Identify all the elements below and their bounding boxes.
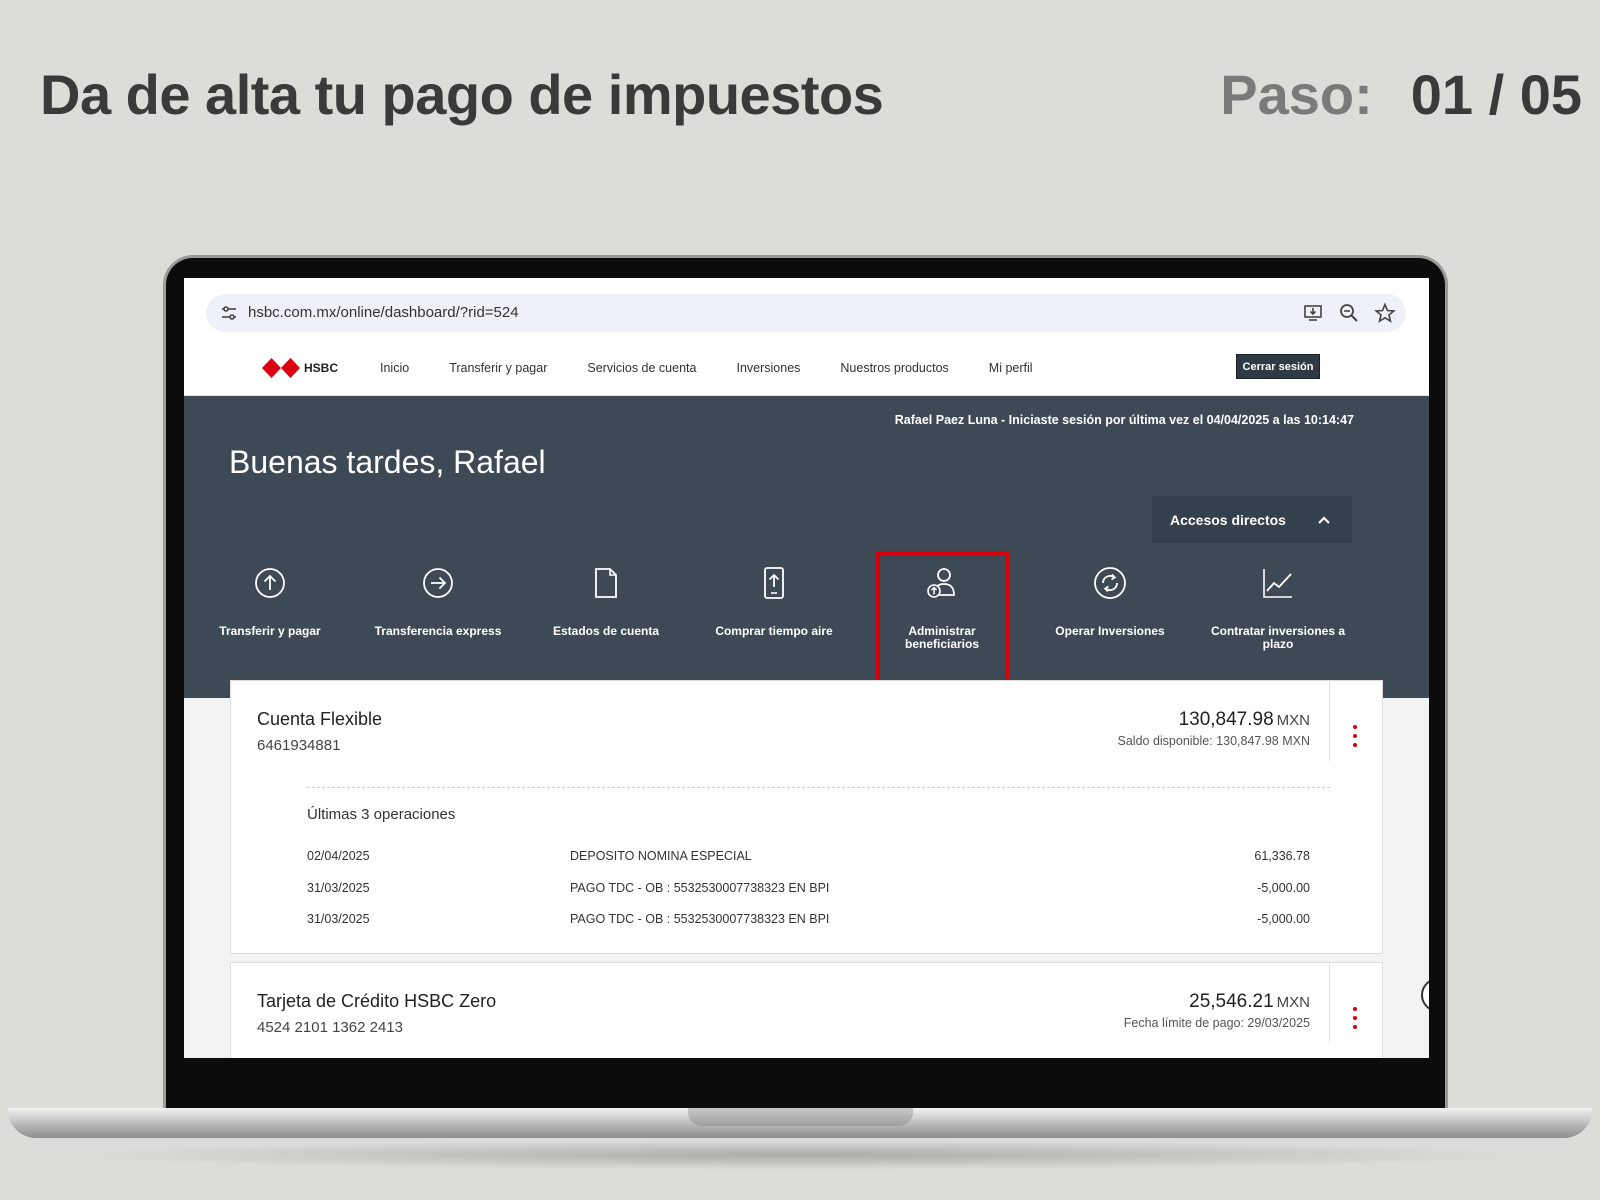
operation-date: 31/03/2025: [307, 912, 370, 926]
hsbc-logo[interactable]: HSBC: [262, 358, 338, 378]
main-nav: HSBC Inicio Transferir y pagar Servicios…: [184, 338, 1429, 396]
quick-action-label: Estados de cuenta: [552, 624, 660, 638]
operation-row: 02/04/2025 DEPOSITO NOMINA ESPECIAL 61,3…: [307, 849, 1310, 869]
quick-action-operar-inversiones[interactable]: Operar Inversiones: [1040, 543, 1180, 698]
chevron-up-icon: [1318, 516, 1330, 524]
url-text[interactable]: hsbc.com.mx/online/dashboard/?rid=524: [248, 304, 519, 321]
address-bar[interactable]: hsbc.com.mx/online/dashboard/?rid=524: [206, 294, 1406, 332]
operation-amount: -5,000.00: [1257, 912, 1310, 926]
install-icon[interactable]: [1302, 302, 1324, 324]
quick-action-inversiones-plazo[interactable]: Contratar inversiones a plazo: [1208, 543, 1348, 698]
recent-operations-title: Últimas 3 operaciones: [307, 806, 456, 823]
divider: [307, 787, 1330, 788]
operation-date: 31/03/2025: [307, 881, 370, 895]
nav-item-productos[interactable]: Nuestros productos: [840, 361, 948, 375]
operation-description: DEPOSITO NOMINA ESPECIAL: [570, 849, 752, 863]
more-options-icon[interactable]: [1352, 1006, 1358, 1030]
nav-item-perfil[interactable]: Mi perfil: [989, 361, 1033, 375]
document-icon: [595, 568, 617, 598]
account-name[interactable]: Cuenta Flexible: [257, 709, 382, 730]
quick-access-toggle[interactable]: Accesos directos: [1152, 496, 1352, 543]
more-options-icon[interactable]: [1352, 724, 1358, 748]
welcome-banner: Rafael Paez Luna - Iniciaste sesión por …: [184, 396, 1429, 543]
nav-item-inicio[interactable]: Inicio: [380, 361, 409, 375]
nav-item-transferir[interactable]: Transferir y pagar: [449, 361, 547, 375]
operation-row: 31/03/2025 PAGO TDC - OB : 5532530007738…: [307, 912, 1310, 932]
operation-row: 31/03/2025 PAGO TDC - OB : 5532530007738…: [307, 881, 1310, 901]
operation-amount: -5,000.00: [1257, 881, 1310, 895]
refresh-circle-icon: [1094, 567, 1126, 599]
divider: [1329, 963, 1330, 1043]
account-card[interactable]: Tarjeta de Crédito HSBC Zero 4524 2101 1…: [230, 962, 1383, 1058]
line-chart-icon: [1263, 569, 1292, 598]
step-indicator: Paso: 01 / 05: [1220, 62, 1582, 127]
quick-action-estados[interactable]: Estados de cuenta: [536, 543, 676, 698]
highlight-box: [876, 551, 1009, 684]
greeting: Buenas tardes, Rafael: [229, 444, 546, 480]
quick-action-label: Operar Inversiones: [1055, 624, 1165, 638]
available-balance: Saldo disponible: 130,847.98 MXN: [1117, 734, 1311, 748]
quick-action-label: Transferencia express: [374, 624, 502, 638]
zoom-icon[interactable]: [1338, 302, 1360, 324]
laptop-shadow: [60, 1140, 1540, 1170]
balance-value: 25,546.21: [1189, 991, 1274, 1012]
account-number: 6461934881: [257, 737, 341, 754]
logout-button[interactable]: Cerrar sesión: [1236, 354, 1320, 379]
star-icon[interactable]: [1374, 302, 1396, 324]
mobile-topup-icon: [764, 567, 784, 599]
step-label: Paso:: [1220, 63, 1373, 126]
step-value: 01 / 05: [1410, 63, 1582, 126]
account-balance: 130,847.98 MXN: [1179, 709, 1310, 731]
quick-action-label: Contratar inversiones a plazo: [1210, 624, 1346, 651]
account-name[interactable]: Tarjeta de Crédito HSBC Zero: [257, 991, 496, 1012]
balance-value: 130,847.98: [1178, 709, 1274, 730]
quick-access-panel: Transferir y pagar Transferencia express…: [184, 543, 1429, 698]
laptop-screen: hsbc.com.mx/online/dashboard/?rid=524 HS…: [184, 278, 1429, 1058]
account-number: 4524 2101 1362 2413: [257, 1019, 403, 1036]
quick-action-label: Comprar tiempo aire: [715, 624, 833, 638]
operation-description: PAGO TDC - OB : 5532530007738323 EN BPI: [570, 881, 830, 895]
account-balance: 25,546.21 MXN: [1189, 991, 1310, 1013]
quick-access-label: Accesos directos: [1170, 511, 1286, 528]
laptop-notch: [688, 1108, 913, 1126]
browser-toolbar: hsbc.com.mx/online/dashboard/?rid=524: [184, 278, 1429, 338]
arrow-right-circle-icon: [423, 568, 453, 598]
logo-text: HSBC: [304, 361, 339, 375]
divider: [1329, 681, 1330, 761]
quick-action-tiempo-aire[interactable]: Comprar tiempo aire: [704, 543, 844, 698]
currency: MXN: [1276, 712, 1310, 729]
account-card[interactable]: Cuenta Flexible 6461934881 130,847.98 MXN…: [230, 680, 1383, 954]
operation-description: PAGO TDC - OB : 5532530007738323 EN BPI: [570, 912, 830, 926]
currency: MXN: [1276, 994, 1310, 1011]
operation-date: 02/04/2025: [307, 849, 370, 863]
operation-amount: 61,336.78: [1254, 849, 1310, 863]
quick-action-express[interactable]: Transferencia express: [368, 543, 508, 698]
nav-item-servicios[interactable]: Servicios de cuenta: [587, 361, 696, 375]
tune-icon[interactable]: [220, 304, 238, 322]
arrow-up-circle-icon: [255, 568, 285, 598]
last-login-text: Rafael Paez Luna - Iniciaste sesión por …: [894, 413, 1354, 427]
quick-action-transferir[interactable]: Transferir y pagar: [200, 543, 340, 698]
hsbc-hexagon-icon: [262, 358, 300, 378]
quick-action-label: Transferir y pagar: [219, 624, 321, 638]
payment-due-date: Fecha límite de pago: 29/03/2025: [1123, 1016, 1310, 1030]
nav-item-inversiones[interactable]: Inversiones: [736, 361, 800, 375]
page-title: Da de alta tu pago de impuestos: [40, 63, 884, 126]
